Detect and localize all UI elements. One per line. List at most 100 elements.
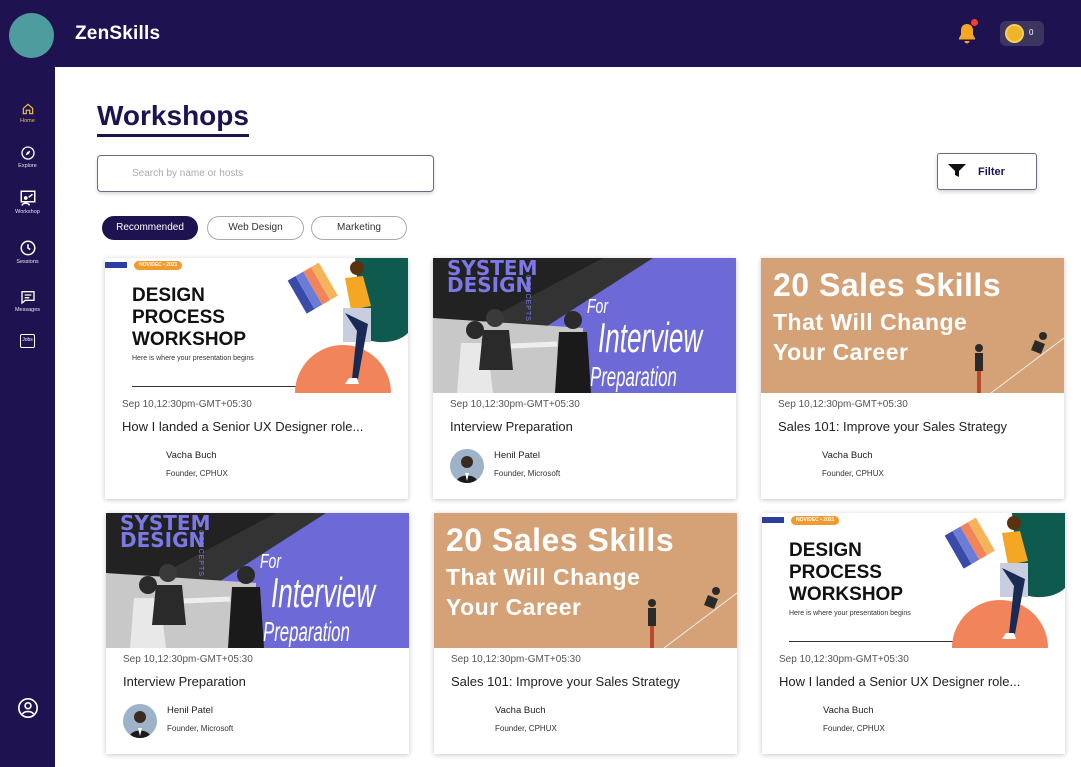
- filter-icon: [948, 164, 966, 177]
- compass-icon: [20, 146, 35, 160]
- thumbnail-sales-skills[interactable]: 20 Sales Skills That Will Change Your Ca…: [761, 258, 1064, 393]
- thumb-line3: Your Career: [773, 339, 909, 365]
- workshop-date: Sep 10,12:30pm-GMT+05:30: [122, 399, 252, 410]
- illustration-person-icon: [287, 258, 408, 393]
- avatar[interactable]: [9, 13, 54, 58]
- sidebar-item-messages[interactable]: Messages: [0, 289, 55, 313]
- workshop-title[interactable]: How I landed a Senior UX Designer role..…: [122, 419, 363, 434]
- workshop-card[interactable]: NOV/DEC • 2021 DESIGN PROCESS WORKSHOP H…: [105, 258, 408, 499]
- thumb-big: Interview: [598, 314, 703, 361]
- user-circle-icon[interactable]: [17, 697, 39, 719]
- thumb-subtitle: Here is where your presentation begins: [132, 355, 254, 362]
- host-name: Vacha Buch: [823, 705, 874, 716]
- thumbnail-system-design[interactable]: SYSTEM DESIGN CONCEPTS For Interview Pre…: [106, 513, 409, 648]
- thumb-line2: PROCESS: [132, 307, 225, 328]
- workshop-title[interactable]: How I landed a Senior UX Designer role..…: [779, 674, 1020, 689]
- illustration-climber-icon: [648, 587, 737, 648]
- filter-label: Filter: [978, 166, 1005, 178]
- thumb-line1: DESIGN: [789, 540, 862, 561]
- thumbnail-system-design[interactable]: SYSTEM DESIGN CONCEPTS For Interview Pre…: [433, 258, 736, 393]
- jobs-icon: Jobs: [20, 334, 35, 348]
- notification-dot: [971, 19, 978, 26]
- workshop-date: Sep 10,12:30pm-GMT+05:30: [451, 654, 581, 665]
- thumb-big: Interview: [271, 569, 376, 616]
- main-content: Workshops Filter Recommended Web Design …: [55, 67, 1081, 767]
- workshop-date: Sep 10,12:30pm-GMT+05:30: [450, 399, 580, 410]
- thumb-subtitle: Here is where your presentation begins: [789, 610, 911, 617]
- thumb-line2: That Will Change: [773, 309, 968, 335]
- coin-balance[interactable]: 0: [1000, 21, 1044, 46]
- sidebar-item-jobs[interactable]: Jobs: [0, 334, 55, 348]
- sidebar-item-label: Messages: [14, 307, 41, 313]
- app-name[interactable]: ZenSkills: [75, 23, 160, 45]
- top-bar: ZenSkills 0: [0, 0, 1081, 67]
- workshop-date: Sep 10,12:30pm-GMT+05:30: [779, 654, 909, 665]
- host-avatar: [123, 704, 157, 738]
- workshop-title[interactable]: Interview Preparation: [123, 674, 246, 689]
- host-name: Vacha Buch: [822, 450, 873, 461]
- host-avatar: [451, 704, 485, 738]
- thumb-line1: 20 Sales Skills: [773, 267, 1002, 303]
- thumbnail-design-process[interactable]: NOV/DEC • 2021 DESIGN PROCESS WORKSHOP H…: [105, 258, 408, 393]
- host-role: Founder, CPHUX: [166, 469, 228, 478]
- workshop-card[interactable]: SYSTEM DESIGN CONCEPTS For Interview Pre…: [106, 513, 409, 754]
- host-photo-icon: [450, 449, 484, 483]
- host-photo-icon: [123, 704, 157, 738]
- workshop-title[interactable]: Interview Preparation: [450, 419, 573, 434]
- sidebar-item-label: Explore: [18, 163, 37, 169]
- workshop-date: Sep 10,12:30pm-GMT+05:30: [778, 399, 908, 410]
- illustration-climber-icon: [975, 332, 1064, 393]
- thumb-side-text: CONCEPTS: [524, 275, 531, 322]
- page-title: Workshops: [97, 99, 249, 137]
- sidebar-item-label: Sessions: [16, 259, 39, 265]
- host-name: Vacha Buch: [495, 705, 546, 716]
- sidebar-item-home[interactable]: Home: [0, 102, 55, 124]
- chip-recommended[interactable]: Recommended: [102, 216, 198, 240]
- thumb-badge: NOV/DEC • 2021: [791, 516, 840, 525]
- message-icon: [20, 291, 35, 305]
- sidebar: Home Explore Workshop Sessions Messages …: [0, 67, 55, 767]
- thumbnail-design-process[interactable]: NOV/DEC • 2021 DESIGN PROCESS WORKSHOP H…: [762, 513, 1065, 648]
- sidebar-item-workshop[interactable]: Workshop: [0, 189, 55, 215]
- thumb-line3: Your Career: [446, 594, 582, 620]
- workshop-card[interactable]: 20 Sales Skills That Will Change Your Ca…: [434, 513, 737, 754]
- host-name: Henil Patel: [494, 450, 540, 461]
- thumb-line3: WORKSHOP: [132, 329, 246, 350]
- clock-icon: [20, 240, 35, 256]
- coin-count: 0: [1029, 28, 1034, 37]
- chip-marketing[interactable]: Marketing: [311, 216, 407, 240]
- thumb-side-text: CONCEPTS: [197, 530, 204, 577]
- workshop-card[interactable]: NOV/DEC • 2021 DESIGN PROCESS WORKSHOP H…: [762, 513, 1065, 754]
- host-role: Founder, CPHUX: [822, 469, 884, 478]
- thumbnail-sales-skills[interactable]: 20 Sales Skills That Will Change Your Ca…: [434, 513, 737, 648]
- search-input[interactable]: [97, 155, 434, 192]
- host-role: Founder, CPHUX: [823, 724, 885, 733]
- host-role: Founder, Microsoft: [167, 724, 234, 733]
- sidebar-item-explore[interactable]: Explore: [0, 145, 55, 169]
- thumb-line3: WORKSHOP: [789, 584, 903, 605]
- sidebar-item-label: Home: [20, 118, 35, 124]
- chip-web-design[interactable]: Web Design: [207, 216, 304, 240]
- host-avatar: [778, 449, 812, 483]
- host-avatar: [779, 704, 813, 738]
- thumb-line2: PROCESS: [789, 562, 882, 583]
- thumb-prep: Preparation: [590, 361, 677, 392]
- host-role: Founder, Microsoft: [494, 469, 561, 478]
- host-name: Henil Patel: [167, 705, 213, 716]
- workshop-icon: [20, 190, 35, 206]
- coin-icon: [1005, 24, 1024, 43]
- filter-button[interactable]: Filter: [937, 153, 1037, 190]
- illustration-person-icon: [944, 513, 1065, 648]
- workshop-date: Sep 10,12:30pm-GMT+05:30: [123, 654, 253, 665]
- workshop-card[interactable]: SYSTEM DESIGN CONCEPTS For Interview Pre…: [433, 258, 736, 499]
- workshop-card[interactable]: 20 Sales Skills That Will Change Your Ca…: [761, 258, 1064, 499]
- home-icon: [22, 103, 33, 115]
- thumb-prep: Preparation: [263, 616, 350, 647]
- workshop-title[interactable]: Sales 101: Improve your Sales Strategy: [451, 674, 680, 689]
- host-avatar: [450, 449, 484, 483]
- host-role: Founder, CPHUX: [495, 724, 557, 733]
- host-avatar: [122, 449, 156, 483]
- thumb-badge: NOV/DEC • 2021: [134, 261, 183, 270]
- sidebar-item-sessions[interactable]: Sessions: [0, 239, 55, 265]
- workshop-title[interactable]: Sales 101: Improve your Sales Strategy: [778, 419, 1007, 434]
